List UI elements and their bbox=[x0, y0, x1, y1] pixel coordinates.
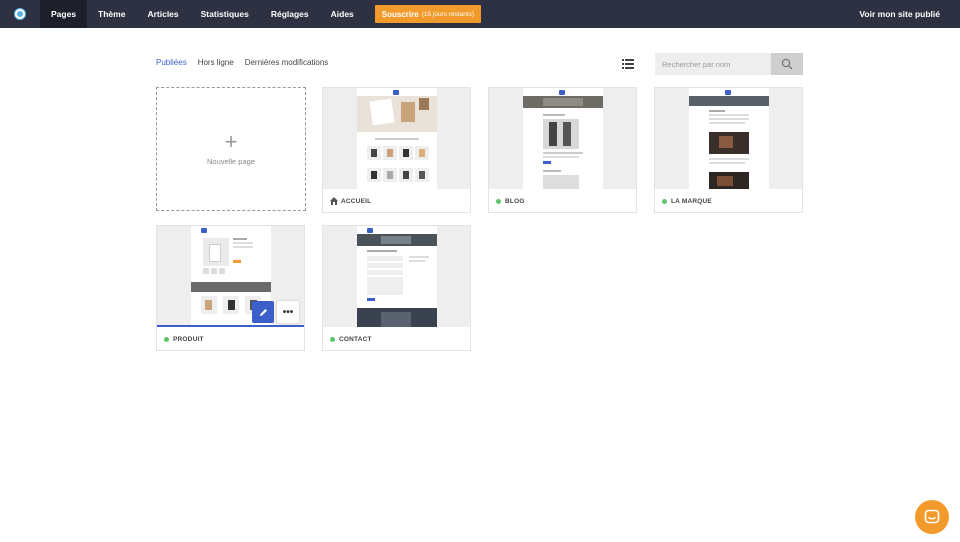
status-dot bbox=[330, 336, 335, 342]
page-thumbnail bbox=[323, 226, 470, 327]
nav-statistics[interactable]: Statistiques bbox=[190, 0, 260, 28]
filter-offline[interactable]: Hors ligne bbox=[198, 58, 234, 67]
page-card-accueil[interactable]: ACCUEIL bbox=[322, 87, 471, 213]
chat-icon bbox=[924, 509, 940, 524]
more-icon: ••• bbox=[282, 306, 294, 318]
pencil-icon bbox=[259, 308, 267, 316]
edit-button[interactable] bbox=[252, 301, 274, 323]
page-thumbnail bbox=[655, 88, 802, 189]
new-page-card[interactable]: + Nouvelle page bbox=[156, 87, 306, 211]
nav-theme[interactable]: Thème bbox=[87, 0, 136, 28]
page-card-blog[interactable]: BLOG bbox=[488, 87, 637, 213]
page-thumbnail bbox=[489, 88, 636, 189]
subscribe-note: (15 jours restants) bbox=[421, 10, 475, 18]
nav-settings[interactable]: Réglages bbox=[260, 0, 320, 28]
new-page-label: Nouvelle page bbox=[207, 156, 255, 166]
filter-published[interactable]: Publiées bbox=[156, 58, 187, 67]
page-title: CONTACT bbox=[339, 335, 372, 343]
page-card-produit[interactable]: ••• PRODUIT bbox=[156, 225, 305, 351]
search-input[interactable] bbox=[655, 53, 771, 75]
subscribe-button[interactable]: Souscrire (15 jours restants) bbox=[374, 5, 482, 23]
page-title: PRODUIT bbox=[173, 335, 204, 343]
nav-help[interactable]: Aides bbox=[320, 0, 365, 28]
nav-pages[interactable]: Pages bbox=[40, 0, 88, 28]
page-thumbnail: ••• bbox=[157, 226, 304, 327]
search-icon bbox=[781, 58, 793, 70]
plus-icon: + bbox=[224, 128, 238, 154]
selected-indicator bbox=[157, 325, 304, 327]
top-navbar: Pages Thème Articles Statistiques Réglag… bbox=[0, 0, 960, 28]
page-title: BLOG bbox=[505, 197, 525, 205]
page-filters: Publiées Hors ligne Dernières modificati… bbox=[156, 58, 328, 67]
status-dot bbox=[662, 198, 667, 204]
search-button[interactable] bbox=[771, 53, 803, 75]
view-site-link[interactable]: Voir mon site publié bbox=[859, 0, 940, 28]
home-icon bbox=[330, 197, 338, 205]
status-dot bbox=[496, 198, 501, 204]
subscribe-label: Souscrire bbox=[381, 9, 419, 19]
more-options-button[interactable]: ••• bbox=[277, 301, 299, 323]
page-title: LA MARQUE bbox=[671, 197, 712, 205]
logo-icon[interactable] bbox=[0, 0, 40, 28]
search-box bbox=[655, 53, 803, 75]
page-card-la-marque[interactable]: LA MARQUE bbox=[654, 87, 803, 213]
filter-recent[interactable]: Dernières modifications bbox=[245, 58, 329, 67]
page-title: ACCUEIL bbox=[341, 197, 372, 205]
page-card-contact[interactable]: CONTACT bbox=[322, 225, 471, 351]
nav-articles[interactable]: Articles bbox=[136, 0, 189, 28]
list-view-icon[interactable] bbox=[622, 58, 634, 70]
chat-launcher-button[interactable] bbox=[915, 500, 949, 534]
page-thumbnail bbox=[323, 88, 470, 189]
status-dot bbox=[164, 336, 169, 342]
